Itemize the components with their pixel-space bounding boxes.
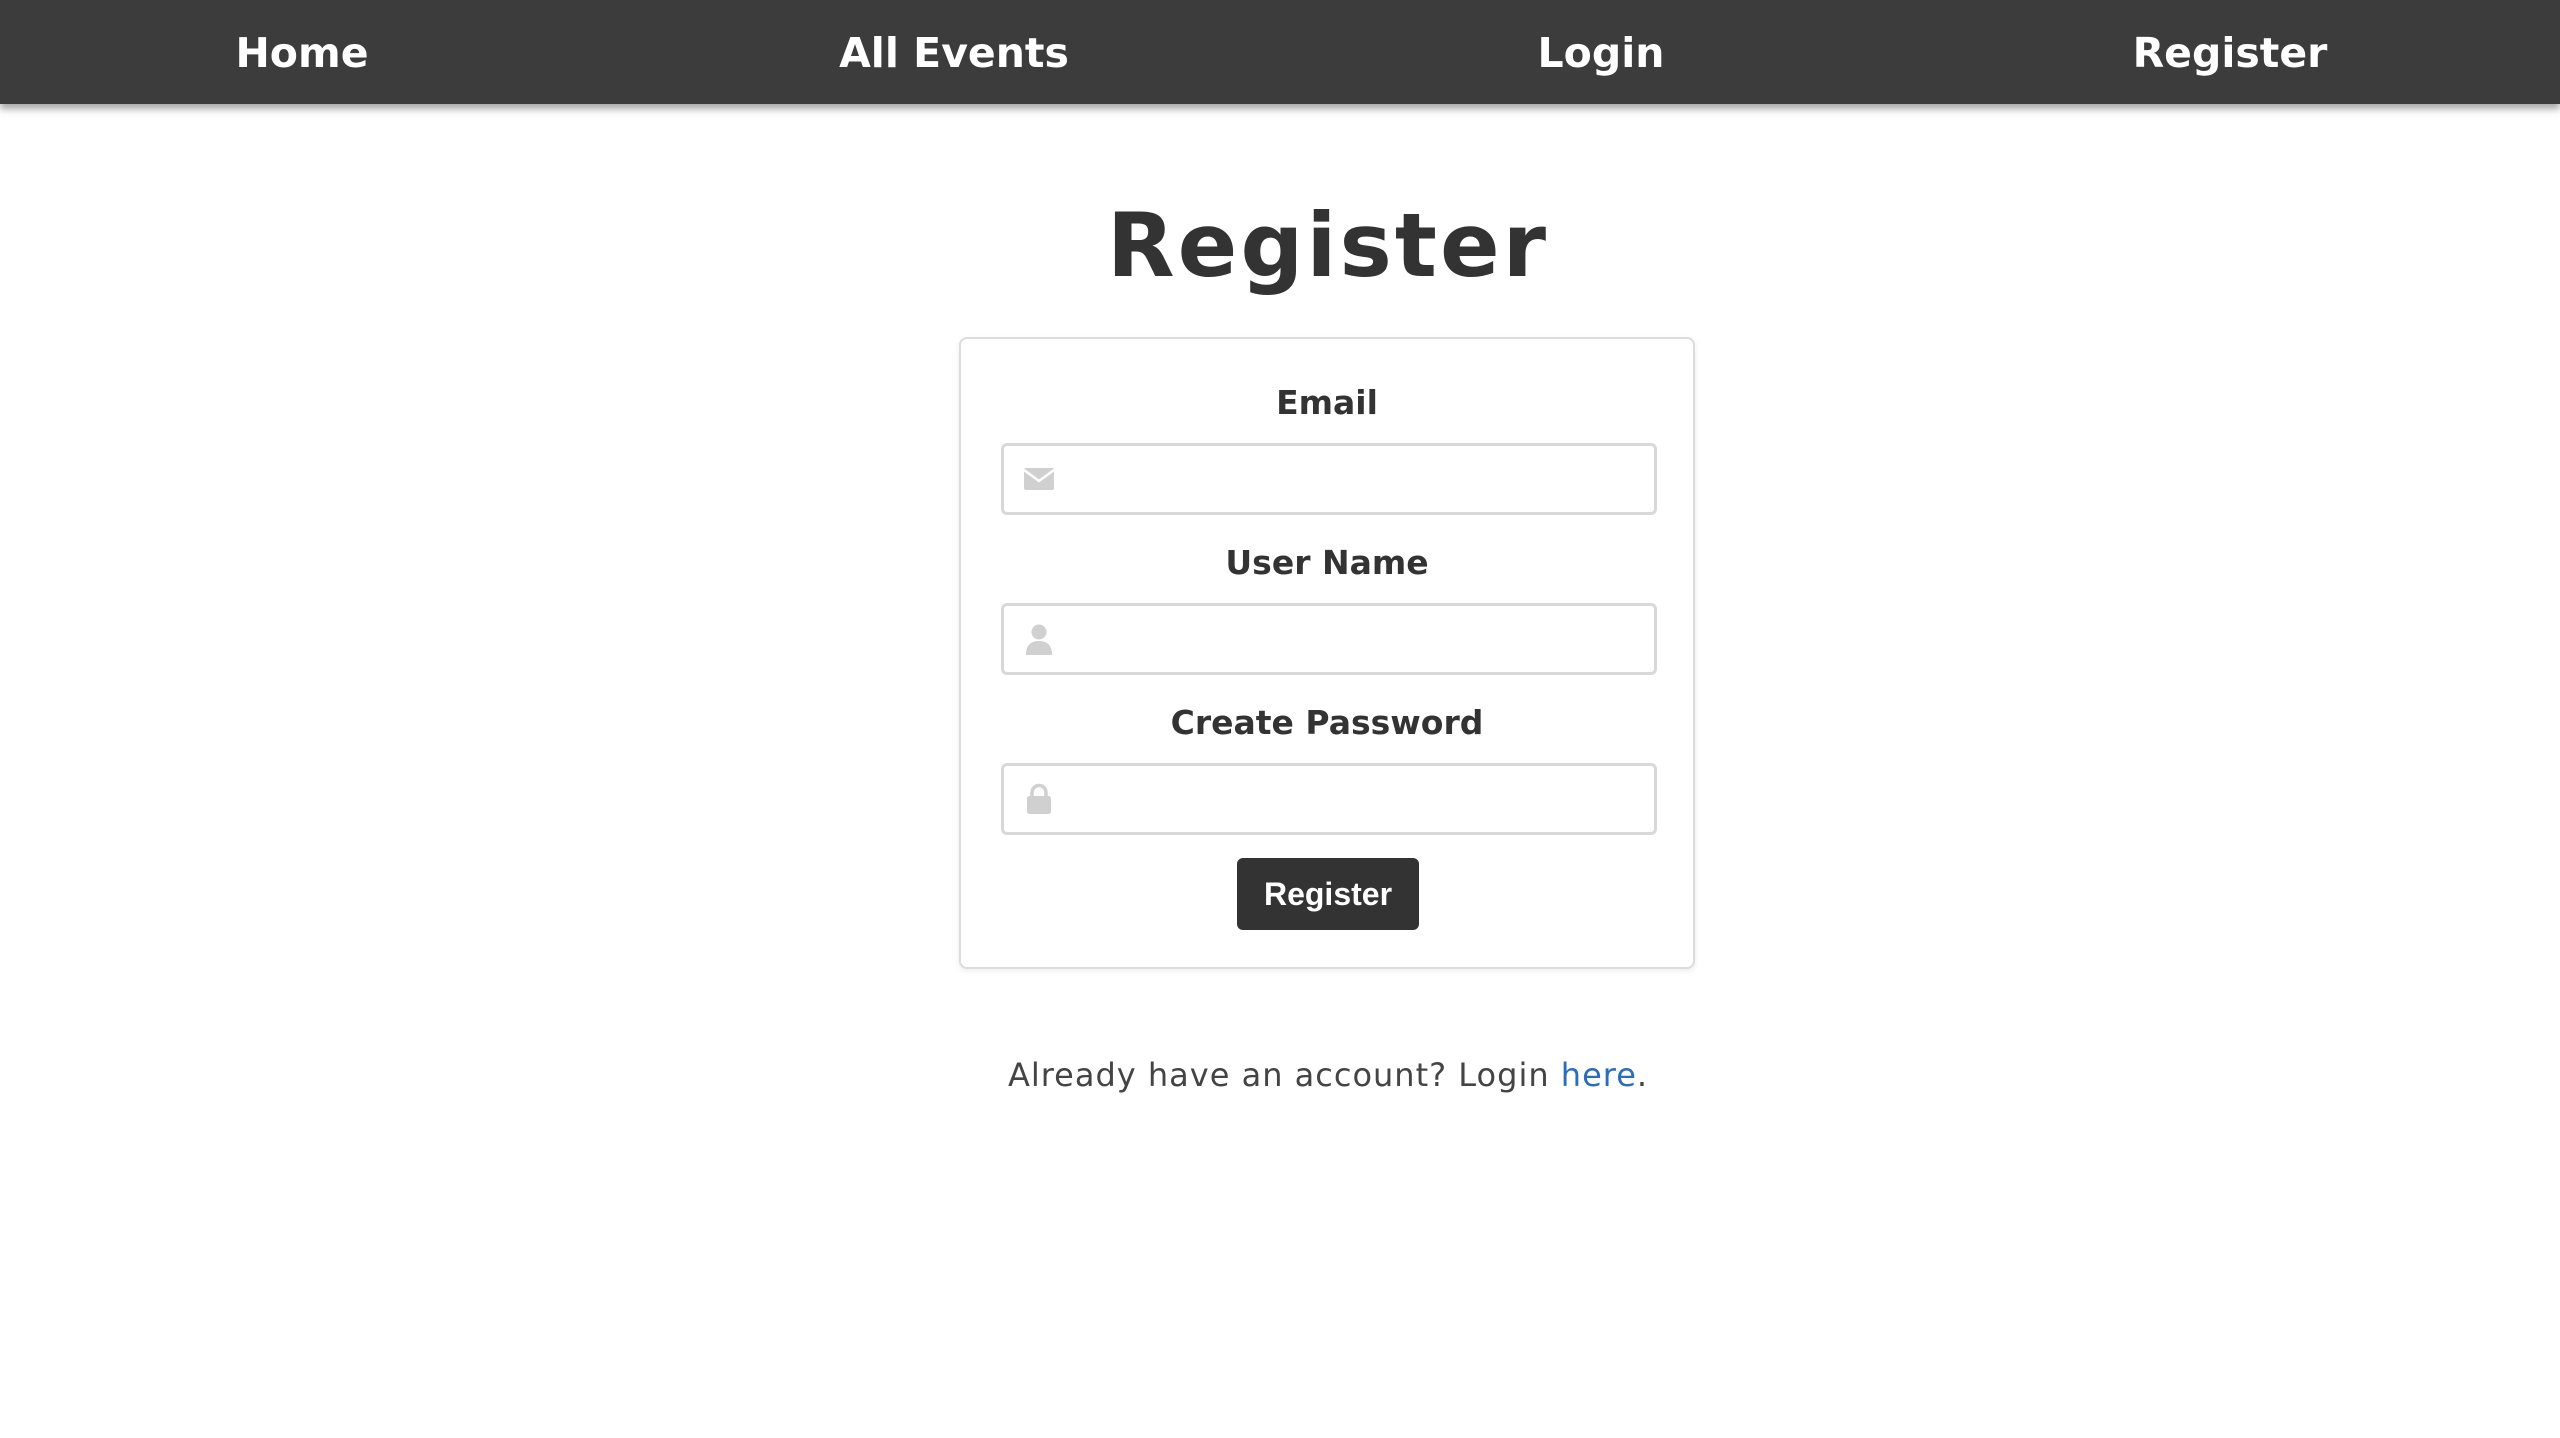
user-icon [1022,623,1056,655]
email-input[interactable] [1070,446,1640,512]
password-label: Create Password [1170,703,1484,742]
envelope-icon [1022,463,1056,495]
username-field[interactable] [1001,603,1657,675]
password-input[interactable] [1070,766,1640,832]
login-prompt-suffix: . [1636,1056,1649,1094]
login-prompt-text: Already have an account? Login [1007,1056,1561,1094]
nav-login-link[interactable]: Login [1538,0,1665,104]
register-form-card: Email User Name Create Password Register [959,337,1695,969]
email-label: Email [1276,383,1378,422]
register-button[interactable]: Register [1237,858,1419,930]
password-field[interactable] [1001,763,1657,835]
username-label: User Name [1225,543,1429,582]
email-field[interactable] [1001,443,1657,515]
top-navbar: Home All Events Login Register [0,0,2560,104]
username-input[interactable] [1070,606,1640,672]
nav-register-link[interactable]: Register [2133,0,2328,104]
nav-home-link[interactable]: Home [235,0,368,104]
lock-icon [1022,783,1056,815]
page-title: Register [1106,194,1550,297]
login-prompt: Already have an account? Login here. [0,1053,2560,1097]
login-here-link[interactable]: here [1561,1056,1637,1094]
nav-all-events-link[interactable]: All Events [839,0,1069,104]
